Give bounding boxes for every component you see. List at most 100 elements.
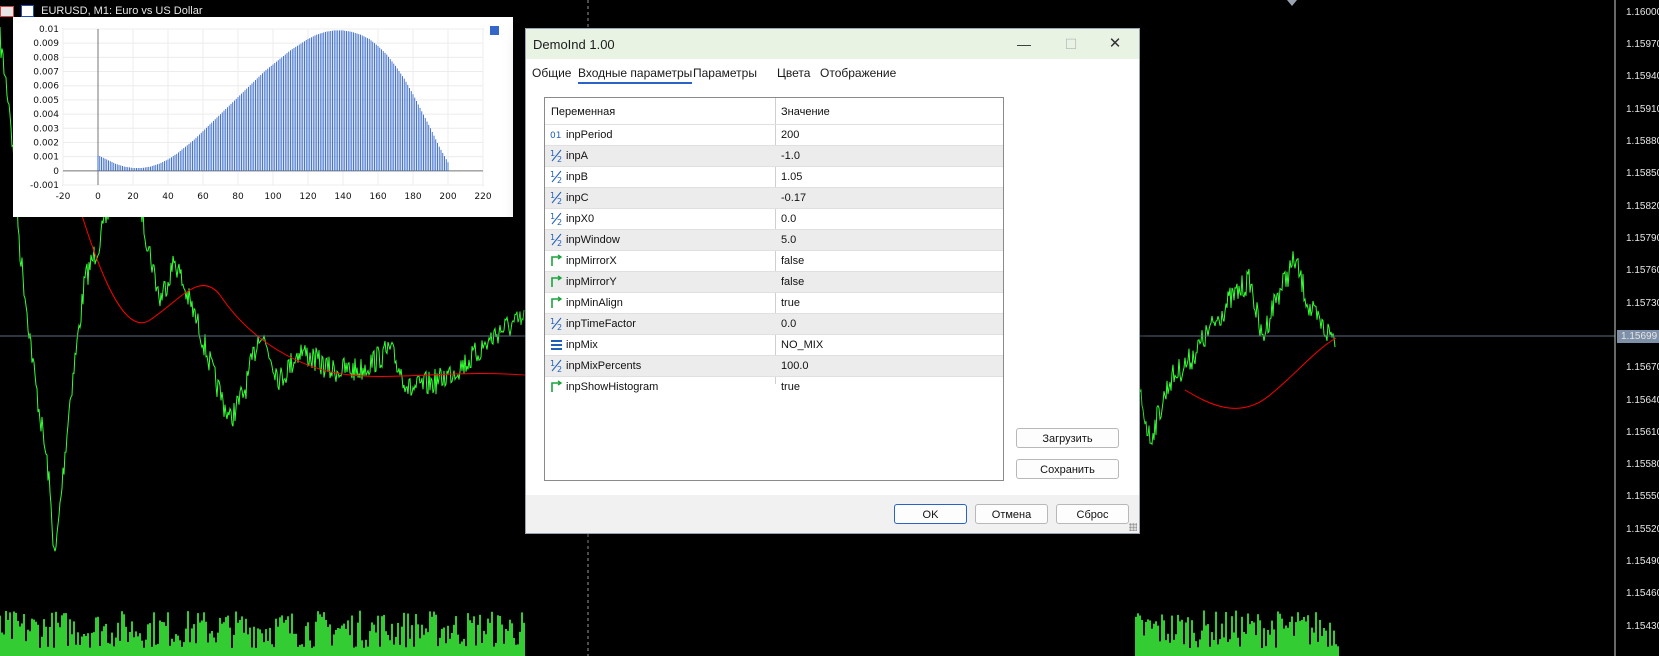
param-row[interactable]: inpMix NO_MIX [545,334,1003,355]
reset-button[interactable]: Сброс [1056,504,1129,524]
param-row[interactable]: 01 inpPeriod 200 [545,124,1003,145]
x-tick-label: 60 [197,192,209,202]
x-tick-label: 20 [127,192,139,202]
param-row[interactable]: inpMirrorX false [545,250,1003,271]
param-value[interactable]: 0.0 [781,318,796,330]
param-row[interactable]: 1 2 inpB 1.05 [545,166,1003,187]
minimize-button[interactable]: — [1009,34,1039,54]
param-row[interactable]: inpShowHistogram true [545,376,1003,397]
param-name: inpX0 [566,213,595,225]
param-row[interactable]: 1 2 inpWindow 5.0 [545,229,1003,250]
price-tick-label: 1.15940 [1626,71,1659,82]
fraction-icon: 12 [550,191,563,206]
param-name: inpTimeFactor [566,318,636,330]
param-name: inpWindow [566,234,620,246]
param-row[interactable]: 1 2 inpTimeFactor 0.0 [545,313,1003,334]
ok-button[interactable]: OK [894,504,967,524]
param-value[interactable]: -0.17 [781,192,806,204]
param-value[interactable]: NO_MIX [781,339,823,351]
y-tick-label: 0 [53,167,59,177]
param-row[interactable]: inpMinAlign true [545,292,1003,313]
tab-inputs[interactable]: Входные параметры [578,66,693,84]
price-tick-label: 1.15850 [1626,168,1659,179]
param-value[interactable]: true [781,381,800,393]
param-row[interactable]: 1 2 inpMixPercents 100.0 [545,355,1003,376]
cancel-button[interactable]: Отмена [975,504,1048,524]
x-tick-label: 120 [299,192,316,202]
price-tick-label: 1.15580 [1626,459,1659,470]
y-tick-label: 0.004 [33,110,59,120]
svg-text:1: 1 [550,170,555,179]
bool-icon [550,296,563,309]
price-tick-label: 1.15610 [1626,427,1659,438]
price-tick-label: 1.15730 [1626,298,1659,309]
svg-text:1: 1 [550,149,555,158]
param-row[interactable]: 1 2 inpX0 0.0 [545,208,1003,229]
y-tick-label: 0.006 [33,82,59,92]
param-name: inpMirrorY [566,276,617,288]
bool-icon [550,380,563,393]
tab-parameters[interactable]: Параметры [693,66,757,80]
param-value[interactable]: false [781,255,804,267]
bool-icon [550,254,563,267]
histogram-panel: 0.01 0.009 0.008 0.007 0.006 0.005 0.004 0.003 0… [13,17,513,217]
chart-save-icon[interactable] [21,5,35,18]
x-tick-label: 100 [264,192,281,202]
svg-text:2: 2 [557,218,562,225]
param-value[interactable]: true [781,297,800,309]
param-value[interactable]: 200 [781,129,799,141]
param-value[interactable]: false [781,276,804,288]
price-tick-label: 1.15490 [1626,556,1659,567]
x-tick-label: 180 [404,192,421,202]
scroll-marker-icon[interactable] [1287,0,1297,6]
param-name: inpPeriod [566,129,613,141]
svg-text:2: 2 [557,239,562,246]
chart-title-text: EURUSD, M1: Euro vs US Dollar [41,5,203,17]
fraction-icon: 12 [550,317,563,332]
price-tick-label: 1.15970 [1626,39,1659,50]
enum-icon [550,338,563,351]
fraction-icon: 12 [550,170,563,185]
param-value[interactable]: 0.0 [781,213,796,225]
column-variable[interactable]: Переменная [551,106,615,118]
price-tick-label: 1.15880 [1626,136,1659,147]
param-row[interactable]: 1 2 inpA -1.0 [545,145,1003,166]
dialog-titlebar[interactable]: DemoInd 1.00 — ☐ ✕ [526,29,1139,59]
x-tick-label: 80 [232,192,244,202]
price-tick-label: 1.15910 [1626,104,1659,115]
params-grid[interactable]: Переменная Значение 01 inpPeriod 200 1 2 inpA… [544,97,1004,481]
chart-list-icon[interactable] [0,5,14,17]
svg-text:2: 2 [557,155,562,162]
param-row[interactable]: inpMirrorY false [545,271,1003,292]
volume-layer [0,610,1339,656]
param-name: inpC [566,192,589,204]
close-button[interactable]: ✕ [1100,34,1130,54]
tab-general[interactable]: Общие [532,66,571,80]
fraction-icon: 12 [550,233,563,248]
save-button[interactable]: Сохранить [1016,459,1119,479]
param-value[interactable]: 100.0 [781,360,809,372]
x-tick-label: 40 [162,192,174,202]
histogram-legend-swatch [490,26,499,35]
param-value[interactable]: -1.0 [781,150,800,162]
tab-colors[interactable]: Цвета [777,66,810,80]
price-tick-label: 1.15550 [1626,491,1659,502]
params-rows: 01 inpPeriod 200 1 2 inpA -1.0 1 2 inpB 1.05 1 2 inpC… [545,124,1003,397]
svg-text:1: 1 [550,233,555,242]
price-tick-label: 1.15460 [1626,588,1659,599]
svg-text:2: 2 [557,176,562,183]
params-grid-header: Переменная Значение [545,98,1003,124]
param-value[interactable]: 5.0 [781,234,796,246]
param-row[interactable]: 1 2 inpC -0.17 [545,187,1003,208]
param-value[interactable]: 1.05 [781,171,802,183]
resize-grip-icon[interactable] [1129,523,1137,531]
current-price-badge: 1.15699 [1617,330,1659,343]
x-tick-label: 160 [369,192,386,202]
integer-icon: 01 [550,128,563,141]
tab-display[interactable]: Отображение [820,66,896,80]
svg-text:01: 01 [550,131,561,141]
param-name: inpMix [566,339,598,351]
load-button[interactable]: Загрузить [1016,428,1119,448]
column-value[interactable]: Значение [781,106,830,118]
maximize-button[interactable]: ☐ [1056,34,1086,54]
